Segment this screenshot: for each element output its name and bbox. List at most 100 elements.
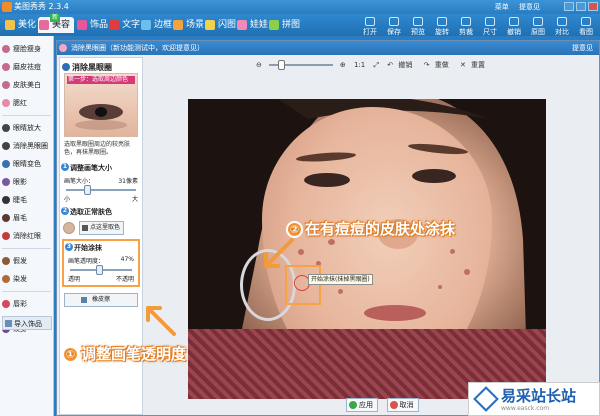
sidebar-item-red-eye[interactable]: 消除红眼: [0, 227, 53, 245]
annotation-two-arrow: [264, 238, 294, 268]
sidebar-item-eye-enlarge[interactable]: 眼睛放大: [0, 119, 53, 137]
crop-icon: [461, 17, 471, 26]
tab-beautify[interactable]: 美化: [4, 17, 36, 33]
photo-canvas[interactable]: 开始涂抹(抹掉黑眼圈): [188, 99, 546, 399]
menu-button[interactable]: 菜单: [495, 3, 509, 11]
crop-button[interactable]: 剪裁: [454, 16, 478, 36]
actual-size-button[interactable]: 1:1: [354, 61, 365, 69]
redo-button[interactable]: ↷ 重做: [424, 61, 452, 69]
feedback-link[interactable]: 提意见: [519, 3, 540, 11]
eye-icon: [2, 142, 10, 150]
save-button[interactable]: 保存: [382, 16, 406, 36]
sidebar-item-brows[interactable]: 眉毛: [0, 209, 53, 227]
zoom-handle[interactable]: [277, 60, 285, 70]
undo-button[interactable]: ↶ 撤销: [387, 61, 415, 69]
red-eye-icon: [2, 232, 10, 240]
maximize-icon[interactable]: [576, 2, 586, 11]
close-icon[interactable]: [588, 2, 598, 11]
minimize-icon[interactable]: [564, 2, 574, 11]
tab-beauty[interactable]: 美容新: [38, 14, 75, 33]
step-start-painting: 3 开始涂抹: [65, 243, 102, 252]
tab-collage[interactable]: 拼图: [268, 17, 300, 33]
new-badge: 新: [50, 14, 61, 22]
divider: [2, 248, 51, 249]
import-accessory-button[interactable]: 导入饰品: [2, 316, 52, 330]
tab-text[interactable]: 文字: [108, 17, 140, 33]
sidebar-item-slim[interactable]: 瘦脸瘦身: [0, 40, 53, 58]
import-icon: [5, 320, 12, 327]
brows-icon: [2, 214, 10, 222]
sidebar-item-blush[interactable]: 腮红: [0, 94, 53, 112]
sidebar-item-eye-color[interactable]: 眼睛变色: [0, 155, 53, 173]
sidebar-item-dark-circles[interactable]: 消除黑眼圈: [0, 137, 53, 155]
cancel-button[interactable]: 取消: [386, 398, 419, 412]
view-icon: [581, 17, 591, 26]
sidebar-item-lipstick[interactable]: 唇彩: [0, 295, 53, 313]
panel-heading: 消除黑眼圈: [60, 58, 142, 73]
brush-size-slider[interactable]: [66, 185, 136, 195]
eyedropper-icon: [82, 225, 88, 231]
feature-icon: [59, 44, 67, 52]
sidebar-item-whiten[interactable]: 皮肤美白: [0, 76, 53, 94]
fit-icon[interactable]: ⤢: [373, 61, 379, 69]
open-button[interactable]: 打开: [358, 16, 382, 36]
reset-button[interactable]: ✕ 重置: [460, 61, 488, 69]
eye-icon: [62, 63, 70, 71]
zoom-in-icon[interactable]: ⊕: [340, 61, 346, 69]
panel-description: 选取黑眼圈周边的较亮肤色，再抹黑眼圈。: [64, 141, 131, 156]
scene-icon: [173, 20, 183, 30]
rotate-button[interactable]: 旋转: [430, 16, 454, 36]
preview-icon: [413, 17, 423, 26]
preview-pupil: [95, 107, 107, 117]
sidebar-item-lashes[interactable]: 睫毛: [0, 191, 53, 209]
tab-scene[interactable]: 场景: [172, 17, 204, 33]
title-menus: 菜单 提意见: [487, 0, 540, 14]
right-eye: [412, 169, 456, 183]
heart-icon: [77, 20, 87, 30]
sidebar-item-smooth[interactable]: 磨皮祛痘: [0, 58, 53, 76]
preview-button[interactable]: 预览: [406, 16, 430, 36]
brush-tooltip: 开始涂抹(抹掉黑眼圈): [308, 274, 373, 285]
doll-icon: [237, 20, 247, 30]
tab-flash[interactable]: 闪图: [204, 17, 236, 33]
tab-frame[interactable]: 边框: [140, 17, 172, 33]
whiten-icon: [2, 81, 10, 89]
apply-button[interactable]: 应用: [346, 398, 378, 412]
zoom-out-icon[interactable]: ⊖: [256, 61, 262, 69]
rotate-icon: [437, 17, 447, 26]
compare-button[interactable]: 对比: [550, 16, 574, 36]
pick-color-button[interactable]: 点这里取色: [79, 221, 125, 235]
smooth-icon: [2, 63, 10, 71]
brush-size-handle[interactable]: [84, 185, 91, 195]
opacity-handle[interactable]: [96, 265, 104, 275]
acne-spot: [438, 285, 442, 289]
resize-button[interactable]: 尺寸: [478, 16, 502, 36]
mouth: [364, 305, 426, 321]
acne-spot: [338, 289, 343, 294]
eraser-button[interactable]: 橡皮擦: [64, 293, 138, 307]
beautify-icon: [5, 20, 15, 30]
undo-button[interactable]: 撤销: [502, 16, 526, 36]
divider: [2, 291, 51, 292]
tab-accessories[interactable]: 饰品: [76, 17, 108, 33]
acne-spot: [450, 249, 455, 254]
watermark-logo: 易采站长站 www.easck.com: [468, 382, 600, 416]
sidebar-item-hair-dye[interactable]: 染发: [0, 270, 53, 288]
collage-icon: [269, 20, 279, 30]
original-button[interactable]: 原图: [526, 16, 550, 36]
eye-icon: [2, 124, 10, 132]
step-brush-size: 1 调整画笔大小: [61, 163, 112, 172]
feedback-link[interactable]: 提意见: [572, 41, 593, 55]
opacity-slider[interactable]: [70, 265, 132, 275]
example-preview: 第一步：选取周边颜色: [64, 73, 138, 137]
zoom-slider[interactable]: [268, 60, 333, 70]
beauty-icon: [39, 20, 49, 30]
tab-doll[interactable]: 娃娃: [236, 17, 268, 33]
brush-size-row: 画笔大小： 31像素: [64, 178, 138, 185]
cancel-icon: [389, 401, 398, 409]
sidebar-item-wig[interactable]: 假发: [0, 252, 53, 270]
view-button[interactable]: 看图: [574, 16, 598, 36]
sidebar-item-eyeshadow[interactable]: 眼影: [0, 173, 53, 191]
opacity-highlight: 3 开始涂抹 画笔透明度： 47% 透明 不透明: [62, 239, 140, 287]
lips-icon: [2, 300, 10, 308]
